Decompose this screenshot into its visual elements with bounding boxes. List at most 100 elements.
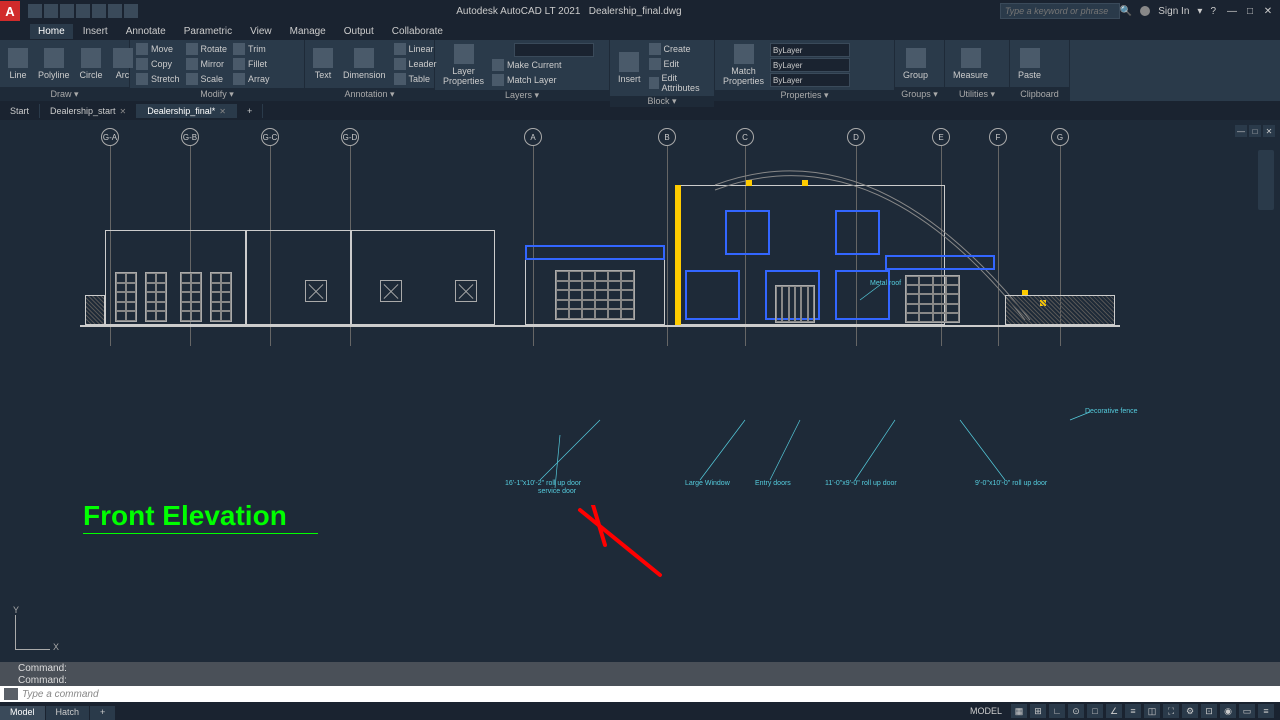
ribbon-tab-insert[interactable]: Insert bbox=[75, 24, 116, 39]
stretch-button[interactable]: Stretch bbox=[134, 72, 182, 86]
ribbon-tab-home[interactable]: Home bbox=[30, 24, 73, 39]
close-button[interactable]: ✕ bbox=[1260, 4, 1276, 18]
rotate-button[interactable]: Rotate bbox=[184, 42, 230, 56]
lineweight-toggle[interactable]: ≡ bbox=[1125, 704, 1141, 718]
edit-block-button[interactable]: Edit bbox=[647, 57, 710, 71]
layer-tool-icon[interactable] bbox=[502, 43, 506, 57]
close-tab-icon[interactable]: ✕ bbox=[219, 107, 226, 116]
app-logo[interactable]: A bbox=[0, 1, 20, 21]
clean-screen[interactable]: ▭ bbox=[1239, 704, 1255, 718]
ribbon-tab-output[interactable]: Output bbox=[336, 24, 382, 39]
customization[interactable]: ≡ bbox=[1258, 704, 1274, 718]
trim-button[interactable]: Trim bbox=[231, 42, 272, 56]
window-element bbox=[305, 280, 327, 302]
layer-properties-button[interactable]: Layer Properties bbox=[439, 42, 488, 88]
ribbon-tab-view[interactable]: View bbox=[242, 24, 280, 39]
viewport-close[interactable]: ✕ bbox=[1263, 125, 1275, 137]
line-button[interactable]: Line bbox=[4, 46, 32, 82]
annotation-scale[interactable]: ⛶ bbox=[1163, 704, 1179, 718]
panel-label[interactable]: Groups ▾ bbox=[895, 87, 944, 101]
match-properties-button[interactable]: Match Properties bbox=[719, 42, 768, 88]
viewport-minimize[interactable]: — bbox=[1235, 125, 1247, 137]
leader-button[interactable]: Leader bbox=[392, 57, 439, 71]
scale-button[interactable]: Scale bbox=[184, 72, 230, 86]
transparency-toggle[interactable]: ◫ bbox=[1144, 704, 1160, 718]
hardware-accel[interactable]: ◉ bbox=[1220, 704, 1236, 718]
ribbon-tab-manage[interactable]: Manage bbox=[282, 24, 334, 39]
panel-label[interactable]: Layers ▾ bbox=[435, 90, 609, 101]
dimension-button[interactable]: Dimension bbox=[339, 46, 390, 82]
panel-label[interactable]: Utilities ▾ bbox=[945, 87, 1009, 101]
add-layout-tab[interactable]: + bbox=[90, 706, 116, 720]
navigation-bar[interactable] bbox=[1258, 150, 1274, 210]
help-search-input[interactable] bbox=[1000, 3, 1120, 19]
linear-button[interactable]: Linear bbox=[392, 42, 439, 56]
layer-tool-icon[interactable] bbox=[490, 43, 494, 57]
group-button[interactable]: Group bbox=[899, 46, 932, 82]
signin-link[interactable]: Sign In bbox=[1158, 6, 1189, 17]
model-tab[interactable]: Model bbox=[0, 706, 46, 720]
match-layer-button[interactable]: Match Layer bbox=[490, 73, 605, 87]
edit-attributes-button[interactable]: Edit Attributes bbox=[647, 72, 710, 94]
move-button[interactable]: Move bbox=[134, 42, 182, 56]
maximize-button[interactable]: □ bbox=[1242, 4, 1258, 18]
osnap-toggle[interactable]: □ bbox=[1087, 704, 1103, 718]
ortho-toggle[interactable]: ∟ bbox=[1049, 704, 1065, 718]
panel-label[interactable]: Draw ▾ bbox=[0, 87, 129, 101]
undo-icon[interactable] bbox=[108, 4, 122, 18]
layer-dropdown[interactable] bbox=[514, 43, 594, 57]
workspace-switch[interactable]: ⚙ bbox=[1182, 704, 1198, 718]
make-current-button[interactable]: Make Current bbox=[490, 58, 605, 72]
search-icon[interactable]: 🔍 bbox=[1120, 6, 1132, 17]
redo-icon[interactable] bbox=[124, 4, 138, 18]
measure-button[interactable]: Measure bbox=[949, 46, 992, 82]
ribbon-tab-parametric[interactable]: Parametric bbox=[176, 24, 240, 39]
polar-toggle[interactable]: ⊙ bbox=[1068, 704, 1084, 718]
paste-button[interactable]: Paste bbox=[1014, 46, 1045, 82]
save-icon[interactable] bbox=[60, 4, 74, 18]
ribbon-tab-collaborate[interactable]: Collaborate bbox=[384, 24, 451, 39]
file-tab[interactable]: Dealership_start✕ bbox=[40, 104, 137, 118]
table-button[interactable]: Table bbox=[392, 72, 439, 86]
fillet-button[interactable]: Fillet bbox=[231, 57, 272, 71]
isolate-objects[interactable]: ⊡ bbox=[1201, 704, 1217, 718]
panel-label[interactable]: Block ▾ bbox=[610, 96, 714, 107]
array-button[interactable]: Array bbox=[231, 72, 272, 86]
insert-button[interactable]: Insert bbox=[614, 50, 645, 86]
hatch-tab[interactable]: Hatch bbox=[46, 706, 91, 720]
file-tab[interactable]: Start bbox=[0, 104, 40, 118]
panel-label[interactable]: Annotation ▾ bbox=[305, 88, 434, 101]
grid-toggle[interactable]: ▦ bbox=[1011, 704, 1027, 718]
viewport-maximize[interactable]: □ bbox=[1249, 125, 1261, 137]
mirror-button[interactable]: Mirror bbox=[184, 57, 230, 71]
panel-label[interactable]: Modify ▾ bbox=[130, 88, 304, 101]
new-tab-button[interactable]: + bbox=[237, 104, 263, 118]
polyline-button[interactable]: Polyline bbox=[34, 46, 74, 82]
panel-label[interactable]: Properties ▾ bbox=[715, 90, 894, 101]
minimize-button[interactable]: — bbox=[1224, 4, 1240, 18]
copy-button[interactable]: Copy bbox=[134, 57, 182, 71]
circle-button[interactable]: Circle bbox=[76, 46, 107, 82]
model-space-button[interactable]: MODEL bbox=[970, 706, 1002, 716]
plot-icon[interactable] bbox=[92, 4, 106, 18]
help-icon[interactable]: ? bbox=[1210, 6, 1216, 17]
create-block-button[interactable]: Create bbox=[647, 42, 710, 56]
layer-tool-icon[interactable] bbox=[496, 43, 500, 57]
paste-icon bbox=[1020, 48, 1040, 68]
color-dropdown[interactable]: ByLayer bbox=[770, 43, 850, 57]
new-icon[interactable] bbox=[28, 4, 42, 18]
otrack-toggle[interactable]: ∠ bbox=[1106, 704, 1122, 718]
command-input[interactable]: Type a command bbox=[0, 686, 1280, 702]
app-menu-icon[interactable]: ▾ bbox=[1197, 6, 1202, 17]
saveas-icon[interactable] bbox=[76, 4, 90, 18]
snap-toggle[interactable]: ⊞ bbox=[1030, 704, 1046, 718]
linetype-dropdown[interactable]: ByLayer bbox=[770, 73, 850, 87]
grid-bubble: G-A bbox=[101, 128, 119, 146]
file-tab[interactable]: Dealership_final*✕ bbox=[137, 104, 237, 118]
lineweight-dropdown[interactable]: ByLayer bbox=[770, 58, 850, 72]
layer-tool-icon[interactable] bbox=[508, 43, 512, 57]
close-tab-icon[interactable]: ✕ bbox=[120, 107, 127, 116]
text-button[interactable]: Text bbox=[309, 46, 337, 82]
ribbon-tab-annotate[interactable]: Annotate bbox=[118, 24, 174, 39]
open-icon[interactable] bbox=[44, 4, 58, 18]
